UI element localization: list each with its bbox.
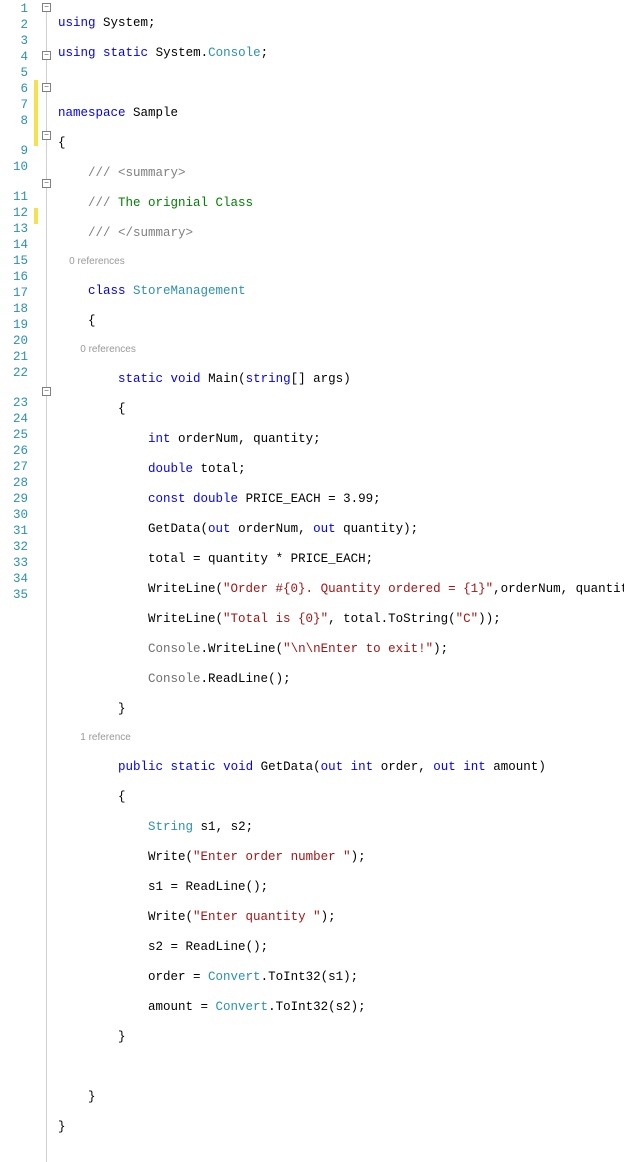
line-number: 9 [0, 143, 28, 159]
line-number: 30 [0, 507, 28, 523]
change-mark [34, 80, 38, 128]
codelens-references[interactable]: 1 reference [58, 731, 624, 745]
line-number: 20 [0, 333, 28, 349]
line-number: 4 [0, 49, 28, 65]
fold-toggle-icon[interactable]: − [42, 83, 51, 92]
line-number: 19 [0, 317, 28, 333]
line-number: 6 [0, 81, 28, 97]
codelens-references[interactable]: 0 references [58, 343, 624, 357]
line-number: 21 [0, 349, 28, 365]
line-number: 2 [0, 17, 28, 33]
line-number-gutter: 1 2 3 4 5 6 7 8 9 10 11 12 13 14 15 16 1… [0, 0, 34, 1162]
line-number: 28 [0, 475, 28, 491]
line-number: 10 [0, 159, 28, 175]
line-number: 32 [0, 539, 28, 555]
line-number: 33 [0, 555, 28, 571]
line-number: 8 [0, 113, 28, 129]
line-number: 14 [0, 237, 28, 253]
line-number: 11 [0, 189, 28, 205]
line-number: 34 [0, 571, 28, 587]
change-mark [34, 128, 38, 146]
line-number: 1 [0, 1, 28, 17]
line-number: 13 [0, 221, 28, 237]
fold-toggle-icon[interactable]: − [42, 179, 51, 188]
line-number: 17 [0, 285, 28, 301]
line-number: 24 [0, 411, 28, 427]
line-number: 22 [0, 365, 28, 381]
line-number: 12 [0, 205, 28, 221]
fold-gutter: − − − − − − [40, 0, 56, 1162]
fold-toggle-icon[interactable]: − [42, 131, 51, 140]
line-number: 15 [0, 253, 28, 269]
line-number: 23 [0, 395, 28, 411]
line-number: 27 [0, 459, 28, 475]
line-number: 18 [0, 301, 28, 317]
code-text-area[interactable]: using System; using static System.Consol… [56, 0, 624, 1162]
line-number: 16 [0, 269, 28, 285]
codelens-references[interactable]: 0 references [58, 255, 624, 269]
fold-toggle-icon[interactable]: − [42, 51, 51, 60]
line-number: 31 [0, 523, 28, 539]
line-number: 26 [0, 443, 28, 459]
fold-toggle-icon[interactable]: − [42, 3, 51, 12]
line-number: 29 [0, 491, 28, 507]
line-number: 5 [0, 65, 28, 81]
line-number: 3 [0, 33, 28, 49]
fold-toggle-icon[interactable]: − [42, 387, 51, 396]
line-number: 7 [0, 97, 28, 113]
code-editor: 1 2 3 4 5 6 7 8 9 10 11 12 13 14 15 16 1… [0, 0, 624, 1162]
line-number: 25 [0, 427, 28, 443]
change-mark [34, 208, 38, 224]
line-number: 35 [0, 587, 28, 603]
